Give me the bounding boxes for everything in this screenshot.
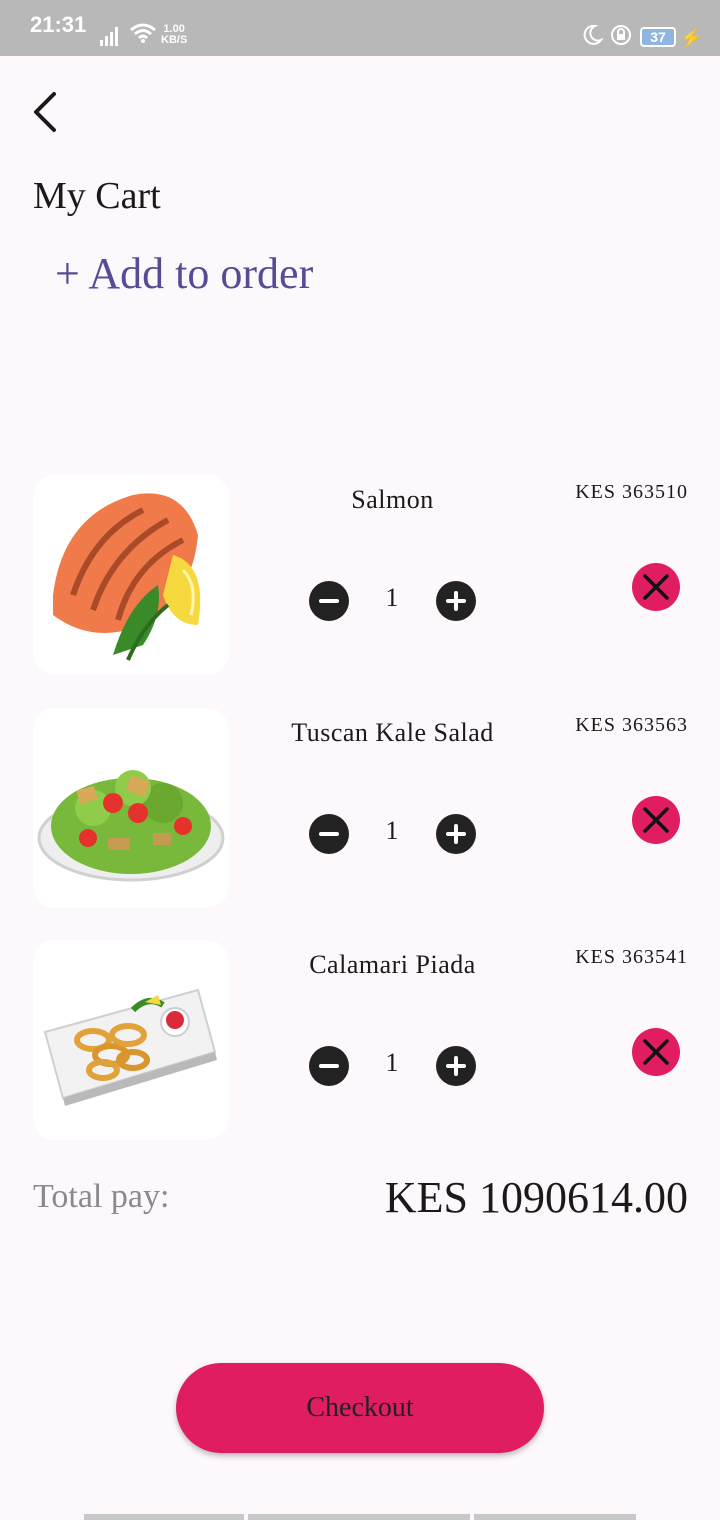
network-speed-unit: KB/S bbox=[161, 34, 188, 46]
rotation-lock-icon bbox=[611, 25, 631, 45]
remove-item-button[interactable] bbox=[632, 563, 680, 611]
cart-item: Tuscan Kale Salad KES 363563 1 bbox=[0, 708, 720, 908]
item-price: KES 363541 bbox=[575, 946, 688, 968]
status-bar: 21:31 1.00 KB/S 37 ⚡ bbox=[0, 0, 720, 56]
page-title: My Cart bbox=[33, 175, 161, 217]
checkout-button[interactable]: Checkout bbox=[176, 1363, 544, 1453]
calamari-image bbox=[33, 940, 229, 1140]
nav-back-handle[interactable] bbox=[474, 1514, 636, 1520]
salad-image bbox=[33, 708, 229, 908]
moon-icon bbox=[583, 24, 603, 45]
decrease-quantity-button[interactable] bbox=[309, 814, 349, 854]
close-icon bbox=[643, 807, 669, 833]
back-button[interactable] bbox=[28, 88, 68, 136]
nav-recents-handle[interactable] bbox=[84, 1514, 244, 1520]
wifi-icon bbox=[130, 23, 156, 43]
add-to-order-link[interactable]: + Add to order bbox=[55, 248, 313, 299]
item-quantity: 1 bbox=[385, 1048, 399, 1077]
battery-indicator: 37 bbox=[640, 27, 676, 47]
close-icon bbox=[643, 1039, 669, 1065]
item-name: Tuscan Kale Salad bbox=[291, 718, 494, 747]
decrease-quantity-button[interactable] bbox=[309, 1046, 349, 1086]
increase-quantity-button[interactable] bbox=[436, 814, 476, 854]
total-label: Total pay: bbox=[33, 1178, 170, 1215]
increase-quantity-button[interactable] bbox=[436, 581, 476, 621]
increase-quantity-button[interactable] bbox=[436, 1046, 476, 1086]
remove-item-button[interactable] bbox=[632, 1028, 680, 1076]
item-name: Calamari Piada bbox=[309, 950, 476, 979]
close-icon bbox=[643, 574, 669, 600]
decrease-quantity-button[interactable] bbox=[309, 581, 349, 621]
salmon-image bbox=[33, 475, 229, 675]
signal-icon bbox=[100, 27, 118, 46]
item-price: KES 363563 bbox=[575, 714, 688, 736]
total-value: KES 1090614.00 bbox=[384, 1173, 688, 1222]
item-quantity: 1 bbox=[385, 583, 399, 612]
status-time: 21:31 bbox=[30, 12, 87, 37]
item-quantity: 1 bbox=[385, 816, 399, 845]
item-price: KES 363510 bbox=[575, 481, 688, 503]
charging-icon: ⚡ bbox=[680, 28, 703, 48]
system-nav-bar bbox=[84, 1514, 636, 1520]
nav-home-handle[interactable] bbox=[248, 1514, 470, 1520]
item-name: Salmon bbox=[351, 485, 434, 514]
remove-item-button[interactable] bbox=[632, 796, 680, 844]
cart-item: Salmon KES 363510 1 bbox=[0, 475, 720, 675]
cart-item: Calamari Piada KES 363541 1 bbox=[0, 940, 720, 1140]
chevron-left-icon bbox=[34, 92, 56, 132]
network-speed: 1.00 KB/S bbox=[161, 24, 187, 46]
